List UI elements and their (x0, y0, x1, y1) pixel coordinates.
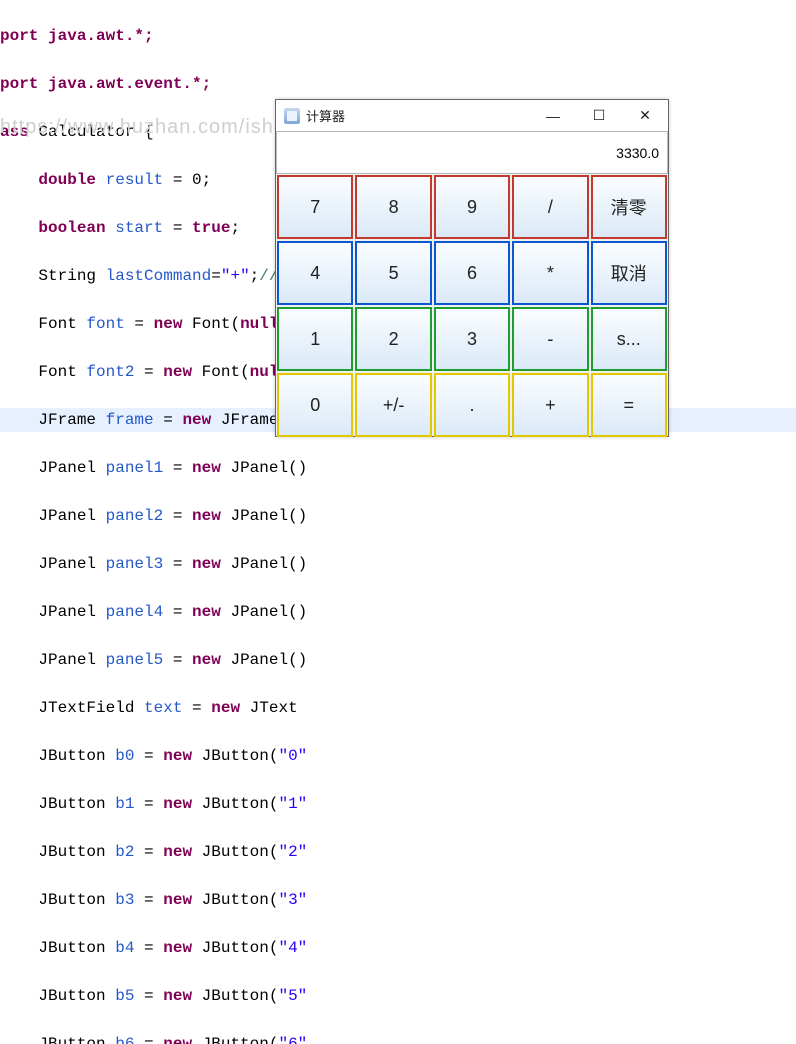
calc-key-[interactable]: +/- (355, 373, 431, 437)
calc-key-4[interactable]: 4 (277, 241, 353, 305)
maximize-button[interactable]: ☐ (576, 100, 622, 131)
calc-key-1[interactable]: 1 (277, 307, 353, 371)
calc-key-[interactable]: - (512, 307, 588, 371)
calculator-display: 3330.0 (276, 131, 668, 174)
calc-key-[interactable]: / (512, 175, 588, 239)
calc-key-[interactable]: + (512, 373, 588, 437)
calc-key-8[interactable]: 8 (355, 175, 431, 239)
keypad: 789/清零 456*取消 123-s... 0+/-.+= (276, 174, 668, 438)
calc-key-s[interactable]: s... (591, 307, 667, 371)
minimize-button[interactable]: — (530, 100, 576, 131)
calc-key-6[interactable]: 6 (434, 241, 510, 305)
window-title: 计算器 (306, 106, 530, 125)
java-app-icon (284, 108, 300, 124)
calc-key-9[interactable]: 9 (434, 175, 510, 239)
calc-key-[interactable]: 清零 (591, 175, 667, 239)
calc-key-3[interactable]: 3 (434, 307, 510, 371)
calc-key-[interactable]: = (591, 373, 667, 437)
calc-key-[interactable]: . (434, 373, 510, 437)
calculator-window: 计算器 — ☐ ✕ 3330.0 789/清零 456*取消 123-s... 0+/… (275, 99, 669, 437)
calc-key-[interactable]: * (512, 241, 588, 305)
calc-key-5[interactable]: 5 (355, 241, 431, 305)
titlebar[interactable]: 计算器 — ☐ ✕ (276, 100, 668, 132)
calc-key-[interactable]: 取消 (591, 241, 667, 305)
code-line: port java.awt.event.*; (0, 75, 211, 93)
calc-key-2[interactable]: 2 (355, 307, 431, 371)
code-line: port java.awt.*; (0, 27, 154, 45)
close-button[interactable]: ✕ (622, 100, 668, 131)
calc-key-0[interactable]: 0 (277, 373, 353, 437)
calc-key-7[interactable]: 7 (277, 175, 353, 239)
